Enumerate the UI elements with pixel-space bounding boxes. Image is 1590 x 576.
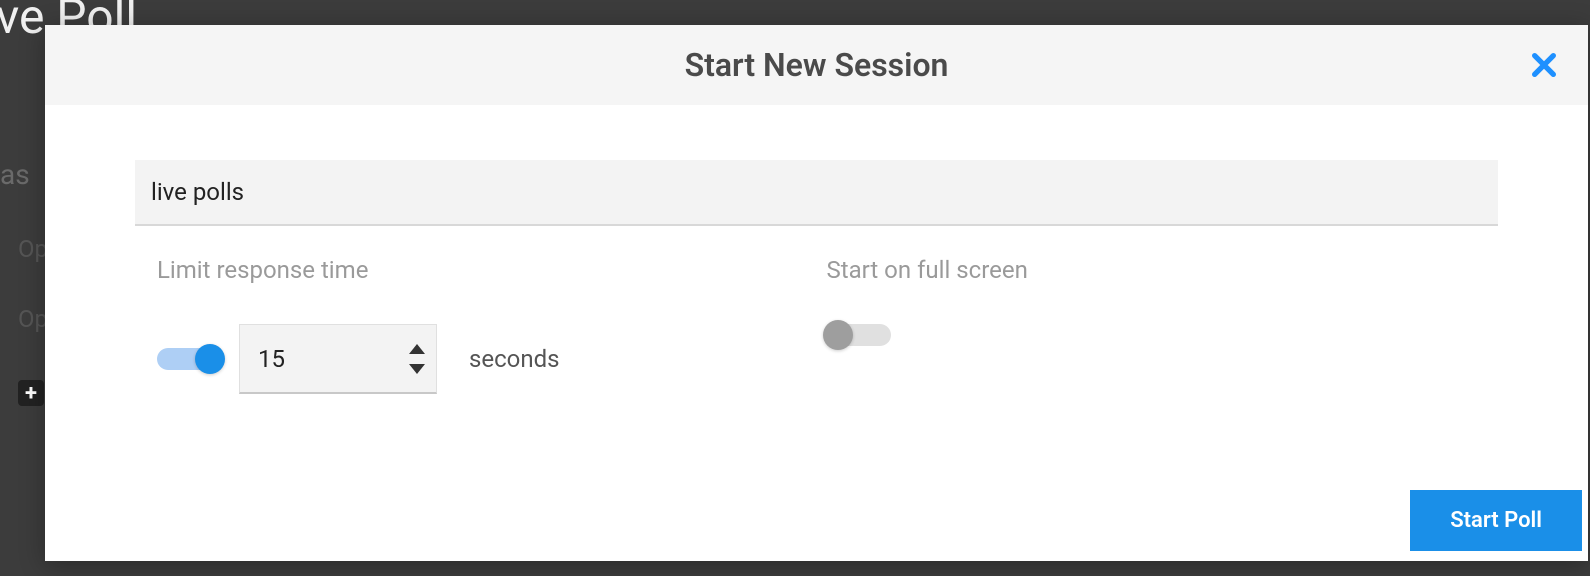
background-text: Op xyxy=(18,235,48,263)
modal-footer: Start Poll xyxy=(45,490,1588,561)
close-icon xyxy=(1528,49,1560,81)
limit-response-time-label: Limit response time xyxy=(135,256,817,284)
number-spinner xyxy=(409,344,425,374)
add-icon: + xyxy=(18,380,44,406)
fullscreen-controls xyxy=(817,324,1499,346)
close-button[interactable] xyxy=(1528,49,1560,81)
session-name-input[interactable] xyxy=(135,160,1498,226)
time-input-wrapper xyxy=(239,324,437,394)
fullscreen-section: Start on full screen xyxy=(817,256,1499,394)
spinner-down-button[interactable] xyxy=(409,364,425,374)
modal-header: Start New Session xyxy=(45,25,1588,105)
modal-title: Start New Session xyxy=(685,46,949,84)
toggle-knob xyxy=(195,344,225,374)
toggle-knob xyxy=(823,320,853,350)
seconds-label: seconds xyxy=(469,345,560,373)
limit-response-time-section: Limit response time seconds xyxy=(135,256,817,394)
background-text: Op xyxy=(18,305,48,333)
limit-time-controls: seconds xyxy=(135,324,817,394)
background-text: as xyxy=(0,158,30,191)
spinner-up-button[interactable] xyxy=(409,344,425,354)
modal-body: Limit response time seconds xyxy=(45,105,1588,490)
options-row: Limit response time seconds xyxy=(135,256,1498,394)
fullscreen-label: Start on full screen xyxy=(817,256,1499,284)
start-poll-button[interactable]: Start Poll xyxy=(1410,490,1582,551)
start-session-modal: Start New Session Limit response time xyxy=(45,25,1588,561)
limit-time-toggle[interactable] xyxy=(157,348,221,370)
fullscreen-toggle[interactable] xyxy=(827,324,891,346)
response-time-input[interactable] xyxy=(239,324,437,394)
